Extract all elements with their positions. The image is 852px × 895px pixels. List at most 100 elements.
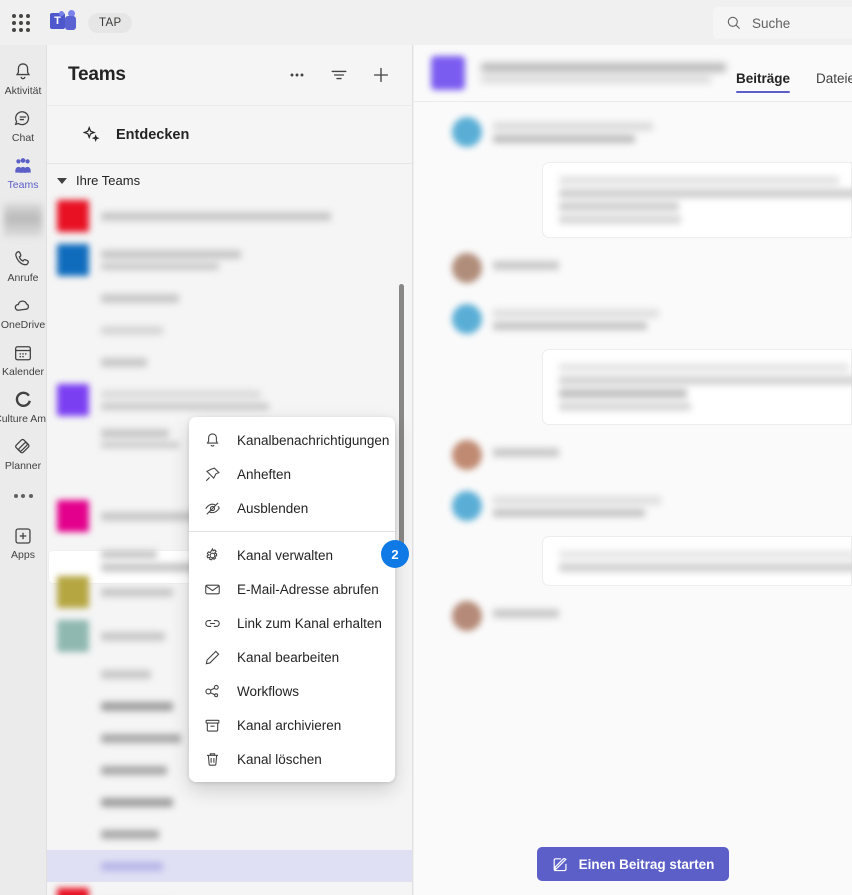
tap-badge: TAP — [88, 12, 133, 33]
team-row[interactable] — [47, 238, 412, 282]
menu-item-kanal-archivieren[interactable]: Kanal archivieren — [189, 708, 395, 742]
phone-icon — [15, 251, 29, 266]
message-card[interactable] — [542, 162, 852, 238]
teams-logo-icon: T — [50, 9, 76, 36]
menu-item-label: Workflows — [237, 683, 300, 699]
planner-icon — [15, 438, 30, 454]
sidebar-label: Teams — [7, 179, 39, 191]
add-team-button[interactable] — [368, 62, 394, 88]
pin-icon — [205, 466, 220, 481]
menu-item-label: Kanal archivieren — [237, 717, 342, 733]
message-author-row[interactable] — [434, 485, 852, 527]
menu-item-label: Ausblenden — [237, 500, 309, 516]
filter-icon — [331, 70, 347, 80]
section-label: Ihre Teams — [76, 173, 141, 188]
archive-icon — [205, 719, 220, 732]
teams-app-window: T TAP Suche Aktivität Chat Teams Anrufe … — [0, 0, 852, 895]
panel-header: Teams — [47, 45, 412, 106]
message-author-row[interactable] — [434, 247, 852, 289]
ellipsis-icon — [290, 73, 304, 77]
menu-item-label: Anheften — [237, 466, 292, 482]
teams-scrollbar[interactable] — [399, 284, 404, 564]
more-options-button[interactable] — [284, 62, 310, 88]
tab-beitraege[interactable]: Beiträge — [736, 71, 791, 101]
tab-dateien[interactable]: Dateien — [816, 71, 852, 101]
more-apps-icon[interactable] — [13, 476, 33, 516]
filter-button[interactable] — [326, 62, 352, 88]
sidebar-label: Planner — [4, 460, 42, 472]
eye-off-icon — [205, 501, 220, 515]
menu-item-label: Kanalbenachrichtigungen — [237, 432, 390, 448]
message-card[interactable] — [542, 536, 852, 586]
step-badge-2: 2 — [381, 540, 409, 568]
menu-item-kanal-verwalten[interactable]: Kanal verwalten 2 — [189, 538, 409, 572]
menu-item-kanal-loeschen[interactable]: Kanal löschen — [189, 742, 395, 776]
top-bar: T TAP Suche — [0, 0, 852, 45]
channel-row[interactable] — [47, 346, 412, 378]
channel-row[interactable] — [47, 282, 412, 314]
menu-item-workflows[interactable]: Workflows — [189, 674, 395, 708]
sidebar-item-kalender[interactable]: Kalender — [0, 335, 46, 382]
search-input[interactable]: Suche — [713, 7, 852, 39]
menu-item-kanalbenachrichtigungen[interactable]: Kanalbenachrichtigungen — [189, 423, 395, 457]
menu-item-email-adresse-abrufen[interactable]: E-Mail-Adresse abrufen — [189, 572, 395, 606]
channel-row[interactable] — [47, 314, 412, 346]
compose-icon — [553, 857, 567, 871]
trash-icon — [206, 752, 219, 766]
sidebar-item-planner[interactable]: Planner — [0, 429, 46, 476]
sidebar-item-anrufe[interactable]: Anrufe — [0, 241, 46, 288]
discover-teams-button[interactable]: Entdecken — [47, 106, 412, 164]
sidebar-label: Apps — [11, 549, 35, 561]
section-ihre-teams[interactable]: Ihre Teams — [47, 164, 412, 194]
channel-row[interactable] — [47, 818, 412, 850]
message-card[interactable] — [542, 349, 852, 425]
chevron-down-icon — [57, 177, 67, 184]
message-author-row[interactable] — [434, 111, 852, 153]
sidebar-item-chat[interactable]: Chat — [0, 101, 46, 148]
cloud-icon — [14, 300, 30, 311]
menu-item-label: Kanal verwalten — [237, 547, 334, 563]
message-author-row[interactable] — [434, 595, 852, 637]
message-author-row[interactable] — [434, 298, 852, 340]
channel-row[interactable] — [47, 786, 412, 818]
calendar-icon — [15, 346, 31, 361]
menu-item-label: Kanal bearbeiten — [237, 649, 340, 665]
sidebar-item-culture-amp[interactable]: Culture Amp — [0, 382, 47, 429]
mail-icon — [205, 584, 220, 594]
sidebar-label: OneDrive — [0, 319, 46, 331]
channel-content: Beiträge Dateien — [414, 45, 852, 895]
sparkle-icon — [82, 125, 100, 142]
team-row[interactable] — [47, 882, 412, 895]
bell-icon — [15, 63, 31, 80]
sidebar-item-aktivitaet[interactable]: Aktivität — [0, 54, 46, 101]
channel-header: Beiträge Dateien — [414, 45, 852, 102]
sidebar-item-apps[interactable]: Apps — [0, 518, 46, 565]
brand-area: T TAP — [50, 9, 133, 36]
composer-bar: Einen Beitrag starten — [414, 833, 852, 895]
menu-item-kanal-bearbeiten[interactable]: Kanal bearbeiten — [189, 640, 395, 674]
culture-amp-icon — [15, 391, 31, 407]
discover-label: Entdecken — [116, 126, 190, 143]
app-launcher-icon[interactable] — [6, 8, 36, 38]
gear-icon — [206, 547, 218, 560]
menu-item-ausblenden[interactable]: Ausblenden — [189, 491, 395, 525]
pencil-icon — [205, 650, 220, 664]
sidebar-label: Culture Amp — [0, 413, 47, 425]
app-rail: Aktivität Chat Teams Anrufe OneDrive Kal… — [0, 45, 47, 895]
start-post-button[interactable]: Einen Beitrag starten — [536, 847, 730, 881]
menu-item-label: Kanal löschen — [237, 751, 322, 767]
menu-item-anheften[interactable]: Anheften — [189, 457, 395, 491]
plus-icon — [373, 67, 389, 83]
menu-divider — [189, 531, 395, 532]
sidebar-item-teams[interactable]: Teams — [0, 148, 46, 195]
menu-item-link-zum-kanal-erhalten[interactable]: Link zum Kanal erhalten — [189, 606, 395, 640]
team-row[interactable] — [47, 194, 412, 238]
menu-item-label: E-Mail-Adresse abrufen — [237, 581, 379, 597]
sidebar-item-redacted[interactable] — [0, 195, 46, 241]
channel-tabs: Beiträge Dateien — [736, 45, 852, 101]
channel-title-redacted — [481, 63, 726, 83]
message-author-row[interactable] — [434, 434, 852, 476]
team-row[interactable] — [47, 378, 412, 422]
channel-row[interactable] — [47, 850, 412, 882]
sidebar-item-onedrive[interactable]: OneDrive — [0, 288, 46, 335]
